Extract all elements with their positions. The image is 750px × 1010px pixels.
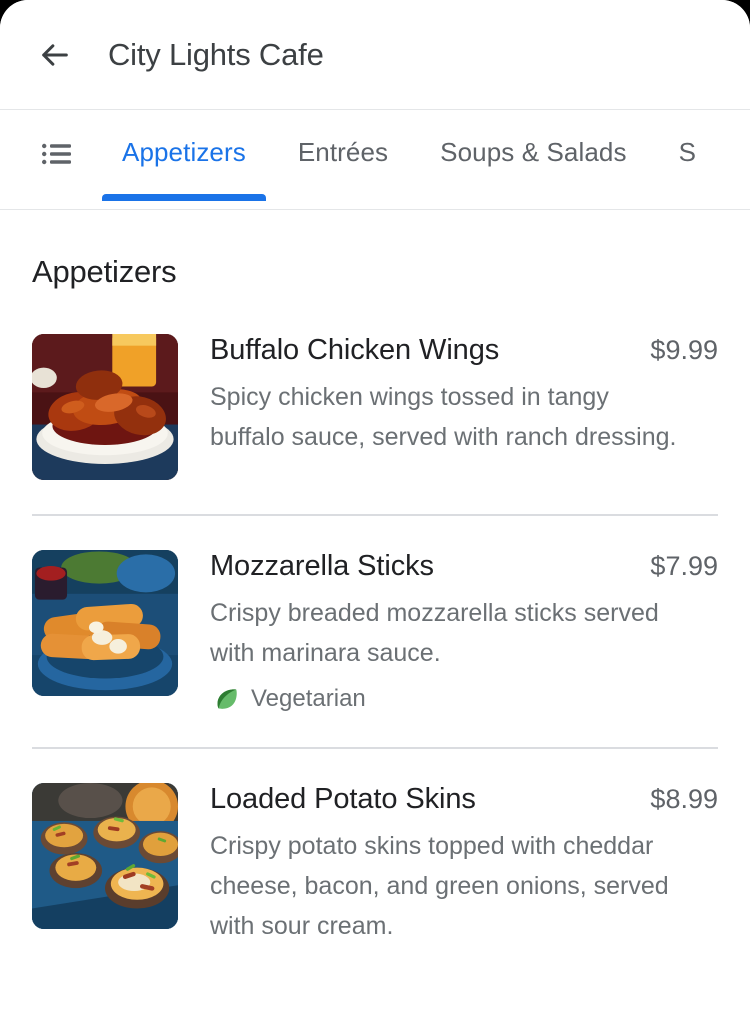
menu-item-details: Buffalo Chicken Wings $9.99 Spicy chicke… — [178, 334, 718, 457]
menu-item-price: $7.99 — [650, 551, 718, 581]
menu-item-name: Mozzarella Sticks — [210, 550, 434, 582]
leaf-icon — [214, 686, 240, 712]
menu-item-thumbnail — [32, 334, 178, 480]
back-button[interactable] — [32, 32, 78, 78]
app-bar: City Lights Cafe — [0, 0, 750, 110]
menu-item-header: Mozzarella Sticks $7.99 — [210, 550, 718, 583]
menu-item[interactable]: Buffalo Chicken Wings $9.99 Spicy chicke… — [0, 334, 750, 480]
tab-strip: Appetizers Entrées Soups & Salads S — [0, 110, 722, 209]
tab-entrees[interactable]: Entrées — [272, 110, 414, 209]
menu-item-details: Mozzarella Sticks $7.99 Crispy breaded m… — [178, 550, 718, 713]
menu-item-price: $8.99 — [650, 784, 718, 814]
menu-item-thumbnail — [32, 550, 178, 696]
menu-item-description: Spicy chicken wings tossed in tangy buff… — [210, 383, 677, 451]
restaurant-menu-screen: City Lights Cafe Appetizers Entrées Soup… — [0, 0, 750, 1010]
menu-item[interactable]: Mozzarella Sticks $7.99 Crispy breaded m… — [0, 550, 750, 713]
tab-label: Appetizers — [122, 137, 246, 167]
menu-item-list: Buffalo Chicken Wings $9.99 Spicy chicke… — [0, 290, 750, 946]
tab-label: Soups & Salads — [440, 137, 627, 167]
item-divider — [32, 747, 718, 749]
menu-item-name: Loaded Potato Skins — [210, 783, 476, 815]
tab-label: S — [678, 137, 697, 167]
menu-item[interactable]: Loaded Potato Skins $8.99 Crispy potato … — [0, 783, 750, 946]
tab-sides-truncated[interactable]: S — [653, 110, 722, 209]
arrow-left-icon — [38, 38, 72, 72]
menu-content: Appetizers Buffalo Chicken Wings $9.99 S… — [0, 210, 750, 1010]
menu-item-tags: Vegetarian — [210, 685, 718, 713]
section-heading: Appetizers — [32, 254, 177, 289]
category-tab-bar[interactable]: Appetizers Entrées Soups & Salads S — [0, 110, 750, 210]
menu-item-thumbnail — [32, 783, 178, 929]
menu-item-header: Buffalo Chicken Wings $9.99 — [210, 334, 718, 367]
menu-item-price: $9.99 — [650, 335, 718, 365]
menu-item-description: Crispy potato skins topped with cheddar … — [210, 832, 669, 940]
dietary-tag-vegetarian: Vegetarian — [214, 685, 366, 713]
menu-item-details: Loaded Potato Skins $8.99 Crispy potato … — [178, 783, 718, 946]
tab-appetizers[interactable]: Appetizers — [96, 110, 272, 209]
tab-label: Entrées — [297, 137, 389, 167]
dietary-tag-label: Vegetarian — [251, 685, 366, 712]
menu-item-header: Loaded Potato Skins $8.99 — [210, 783, 718, 816]
item-divider — [32, 514, 718, 516]
page-title: City Lights Cafe — [108, 36, 324, 72]
menu-item-description: Crispy breaded mozzarella sticks served … — [210, 599, 659, 667]
menu-item-name: Buffalo Chicken Wings — [210, 334, 500, 366]
list-icon[interactable] — [40, 137, 74, 171]
tab-soups-and-salads[interactable]: Soups & Salads — [414, 110, 652, 209]
